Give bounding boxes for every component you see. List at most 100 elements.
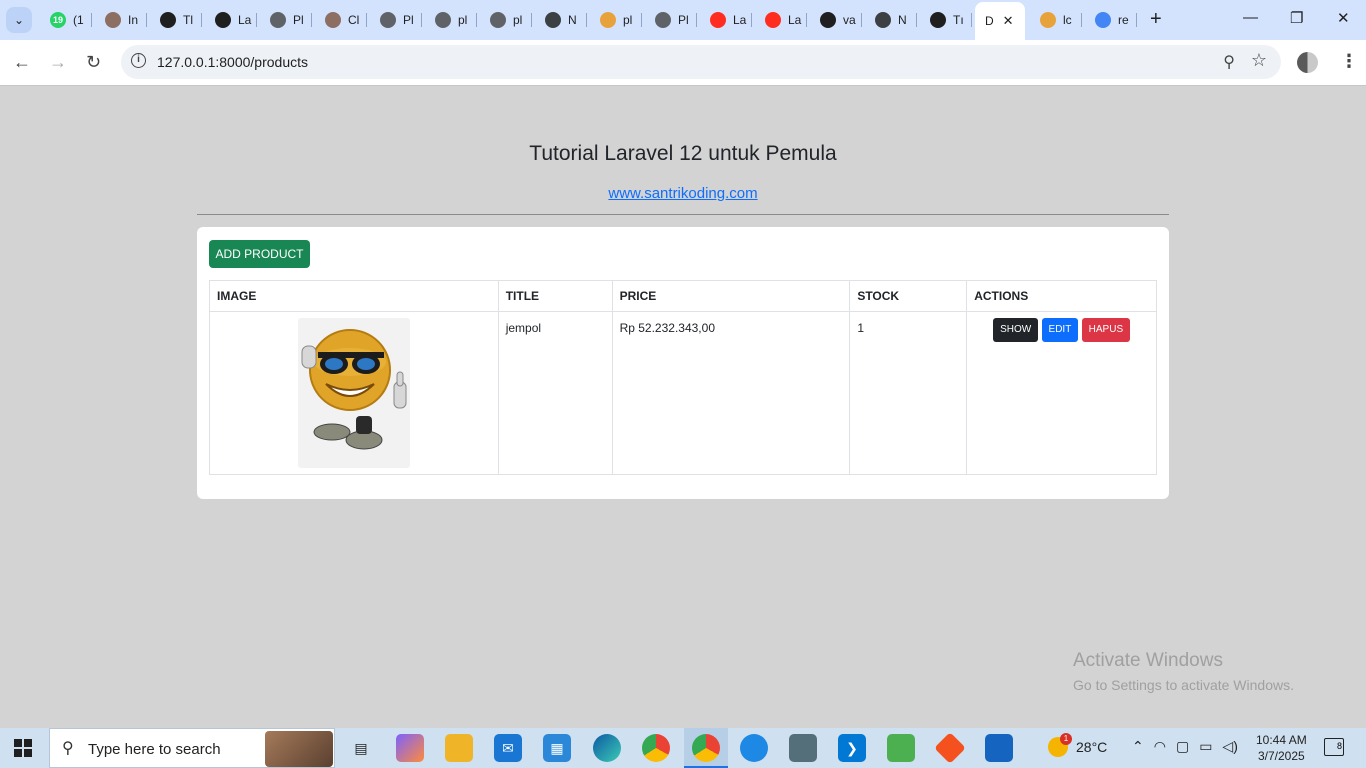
browser-tab[interactable]: Cl	[315, 6, 367, 34]
notepad-icon[interactable]	[887, 734, 915, 762]
add-product-button[interactable]: ADD PRODUCT	[209, 240, 310, 268]
browser-tab[interactable]: re	[1085, 6, 1137, 34]
profile-avatar[interactable]	[1297, 52, 1318, 73]
globe-icon	[545, 12, 561, 28]
tab-close-icon[interactable]: ✕	[1003, 13, 1014, 29]
task-view-icon[interactable]: ▤	[347, 734, 375, 762]
laravel-icon	[710, 12, 726, 28]
tab-title: D	[985, 14, 994, 28]
browser-tab[interactable]: La	[205, 6, 257, 34]
meet-now-icon[interactable]: ▢	[1176, 738, 1189, 755]
watermark-subtitle: Go to Settings to activate Windows.	[1073, 677, 1294, 693]
tab-title: Pl	[403, 13, 414, 27]
clock-date: 3/7/2025	[1257, 749, 1305, 763]
page-title: Tutorial Laravel 12 untuk Pemula	[529, 142, 837, 165]
table-header-row: IMAGE TITLE PRICE STOCK ACTIONS	[209, 280, 1157, 312]
product-image	[297, 318, 410, 468]
tab-title: va	[843, 13, 856, 27]
tab-title: Cl	[348, 13, 360, 27]
column-header-image: IMAGE	[209, 280, 499, 312]
actions-cell: SHOW EDIT HAPUS	[966, 311, 1157, 475]
mail-icon[interactable]: ✉	[494, 734, 522, 762]
store-icon[interactable]: ▦	[543, 734, 571, 762]
whatsapp-icon: 19	[50, 12, 66, 28]
github-icon	[820, 12, 836, 28]
browser-tab[interactable]: pl	[425, 6, 477, 34]
chrome-active-icon[interactable]	[692, 734, 720, 762]
santrikoding-link[interactable]: www.santrikoding.com	[0, 185, 1366, 202]
tab-title: N	[898, 13, 907, 27]
photos-icon[interactable]	[985, 734, 1013, 762]
file-explorer-icon[interactable]	[445, 734, 473, 762]
browser-tab[interactable]: pl	[590, 6, 642, 34]
tab-title: pl	[623, 13, 633, 27]
minimize-button[interactable]: —	[1243, 9, 1258, 26]
edit-button[interactable]: EDIT	[1041, 318, 1079, 342]
chevron-up-icon[interactable]: ⌃	[1132, 738, 1144, 755]
tab-search-button[interactable]: ⌄	[6, 7, 32, 33]
browser-tab[interactable]: 19 (1	[40, 6, 92, 34]
system-clock[interactable]: 10:44 AM 3/7/2025	[1256, 732, 1307, 764]
browser-tab[interactable]: Pl	[260, 6, 312, 34]
zoom-icon[interactable]: ⚲	[1223, 52, 1235, 72]
title-cell: jempol	[497, 311, 613, 475]
url-text[interactable]: 127.0.0.1:8000/products	[157, 54, 308, 70]
clock-time: 10:44 AM	[1256, 733, 1307, 747]
copilot-icon[interactable]	[396, 734, 424, 762]
tab-title: La	[788, 13, 802, 27]
system-tray: ⌃ ◠ ▢ ▭ ◁)	[1132, 738, 1238, 755]
browser-tab[interactable]: pl	[480, 6, 532, 34]
globe-icon	[875, 12, 891, 28]
wifi-icon[interactable]: ◠	[1154, 738, 1166, 755]
show-button[interactable]: SHOW	[993, 318, 1039, 342]
browser-tab[interactable]: In	[95, 6, 147, 34]
tab-title: Tl	[183, 13, 193, 27]
restore-button[interactable]: ❐	[1290, 9, 1303, 27]
browser-tab[interactable]: La	[700, 6, 752, 34]
app-icon[interactable]	[740, 734, 768, 762]
close-window-button[interactable]: ✕	[1337, 9, 1350, 27]
weather-temperature: 28°C	[1076, 739, 1108, 755]
browser-tab[interactable]: lc	[1030, 6, 1082, 34]
taskbar-search-box[interactable]: ⚲ Type here to search	[49, 728, 335, 768]
menu-kebab-icon[interactable]: ⋮	[1340, 51, 1358, 72]
tab-title: Tı	[953, 13, 964, 27]
tab-title: (1	[73, 13, 84, 27]
search-placeholder: Type here to search	[88, 741, 221, 758]
browser-tab[interactable]: Tı	[920, 6, 972, 34]
browser-tab[interactable]: La	[755, 6, 807, 34]
browser-tab[interactable]: N	[865, 6, 917, 34]
globe-icon	[380, 12, 396, 28]
globe-icon	[655, 12, 671, 28]
back-button[interactable]: ←	[13, 52, 31, 72]
tab-title: pl	[513, 13, 523, 27]
column-header-actions: ACTIONS	[966, 280, 1157, 312]
edge-icon[interactable]	[593, 734, 621, 762]
browser-tab[interactable]: Pl	[370, 6, 422, 34]
browser-tab[interactable]: Tl	[150, 6, 202, 34]
windows-start-icon[interactable]	[14, 739, 32, 757]
git-icon[interactable]	[934, 732, 966, 764]
delete-button[interactable]: HAPUS	[1081, 318, 1131, 342]
stock-cell: 1	[849, 311, 968, 475]
browser-tab[interactable]: D ✕	[975, 2, 1025, 40]
browser-tab[interactable]: Pl	[645, 6, 697, 34]
bookmark-star-icon[interactable]: ☆	[1251, 50, 1267, 71]
browser-tab[interactable]: va	[810, 6, 862, 34]
products-card: ADD PRODUCT IMAGE TITLE PRICE STOCK ACTI…	[197, 227, 1169, 499]
browser-tab[interactable]: N	[535, 6, 587, 34]
address-bar[interactable]: i 127.0.0.1:8000/products ⚲ ☆	[121, 45, 1281, 79]
site-info-icon[interactable]: i	[131, 53, 146, 68]
volume-icon[interactable]: ◁)	[1222, 738, 1237, 755]
reload-button[interactable]: ↻	[86, 52, 101, 72]
vscode-icon[interactable]: ❯	[838, 734, 866, 762]
forward-button[interactable]: →	[49, 52, 67, 72]
notification-center-icon[interactable]: 8	[1324, 738, 1344, 756]
chrome-icon[interactable]	[642, 734, 670, 762]
tab-title: lc	[1063, 13, 1072, 27]
remote-desktop-icon[interactable]	[789, 734, 817, 762]
weather-widget[interactable]: 1 28°C	[1048, 733, 1108, 757]
new-tab-button[interactable]: +	[1150, 8, 1162, 30]
battery-icon[interactable]: ▭	[1199, 738, 1212, 755]
windows-taskbar: ⚲ Type here to search ▤ ✉ ▦ ❯ 1 28°C ⌃ ◠…	[0, 728, 1366, 768]
